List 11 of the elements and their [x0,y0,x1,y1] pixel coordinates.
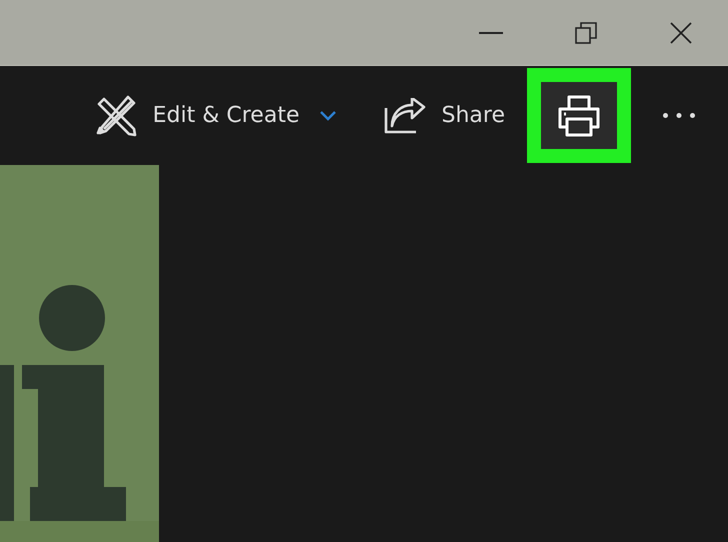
more-button[interactable] [663,113,695,118]
more-icon [663,113,695,118]
print-button[interactable] [527,68,631,163]
minimize-icon [478,32,502,34]
share-button[interactable]: Share [384,98,505,134]
close-icon [670,22,692,44]
printer-icon [557,94,601,136]
edit-create-button[interactable]: Edit & Create [94,94,336,136]
pencil-brush-icon [94,94,137,136]
restore-icon [574,22,596,44]
share-icon [384,98,426,134]
